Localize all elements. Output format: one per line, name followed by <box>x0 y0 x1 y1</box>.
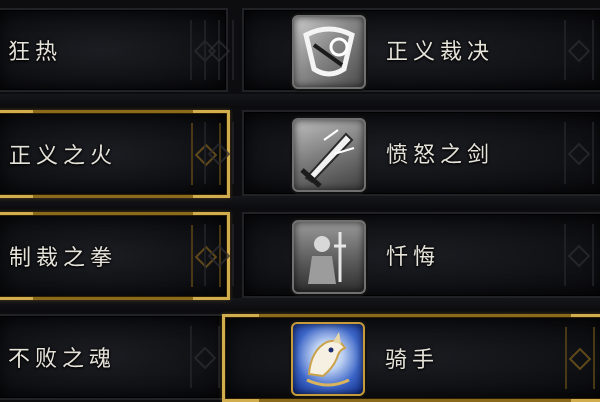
talent-label: 狂热 <box>8 40 63 65</box>
talent-label: 骑手 <box>385 348 440 373</box>
talent-label: 正义裁决 <box>386 40 495 65</box>
frame-ornament <box>204 224 234 286</box>
talent-label: 正义之火 <box>9 144 118 169</box>
sword-of-wrath-icon <box>292 118 366 192</box>
repentance-icon <box>292 220 366 294</box>
talent-label: 不败之魂 <box>8 347 117 372</box>
talent-option-fist-of-sanction[interactable]: 制裁之拳 <box>0 212 230 300</box>
talent-option-repentance[interactable]: 忏悔 <box>204 212 600 298</box>
talent-option-zealotry[interactable]: 狂热 <box>0 8 228 92</box>
talent-option-undefeated-soul[interactable]: 不败之魂 <box>0 314 228 400</box>
talent-label: 忏悔 <box>386 245 441 270</box>
row-divider <box>0 94 600 108</box>
horseman-icon <box>291 322 365 396</box>
talent-label: 愤怒之剑 <box>386 143 495 168</box>
talent-label: 制裁之拳 <box>9 246 118 271</box>
frame-ornament <box>204 20 234 80</box>
talent-option-sword-of-wrath[interactable]: 愤怒之剑 <box>204 110 600 196</box>
row-divider <box>0 196 600 210</box>
frame-ornament <box>564 122 594 184</box>
frame-ornament <box>190 326 220 388</box>
frame-ornament <box>564 224 594 286</box>
frame-ornament <box>204 122 234 184</box>
frame-ornament <box>565 327 595 389</box>
frame-ornament <box>564 20 594 80</box>
row-divider <box>0 298 600 312</box>
talent-option-fire-of-justice[interactable]: 正义之火 <box>0 110 230 198</box>
justice-verdict-icon <box>292 15 366 89</box>
talent-option-justice-verdict[interactable]: 正义裁决 <box>204 8 600 92</box>
talent-option-horseman[interactable]: 骑手 <box>222 314 600 402</box>
talent-grid: 狂热 正义裁决 正义之火 愤怒之剑 制裁之拳 忏悔 不败之魂 骑手 <box>0 0 600 402</box>
